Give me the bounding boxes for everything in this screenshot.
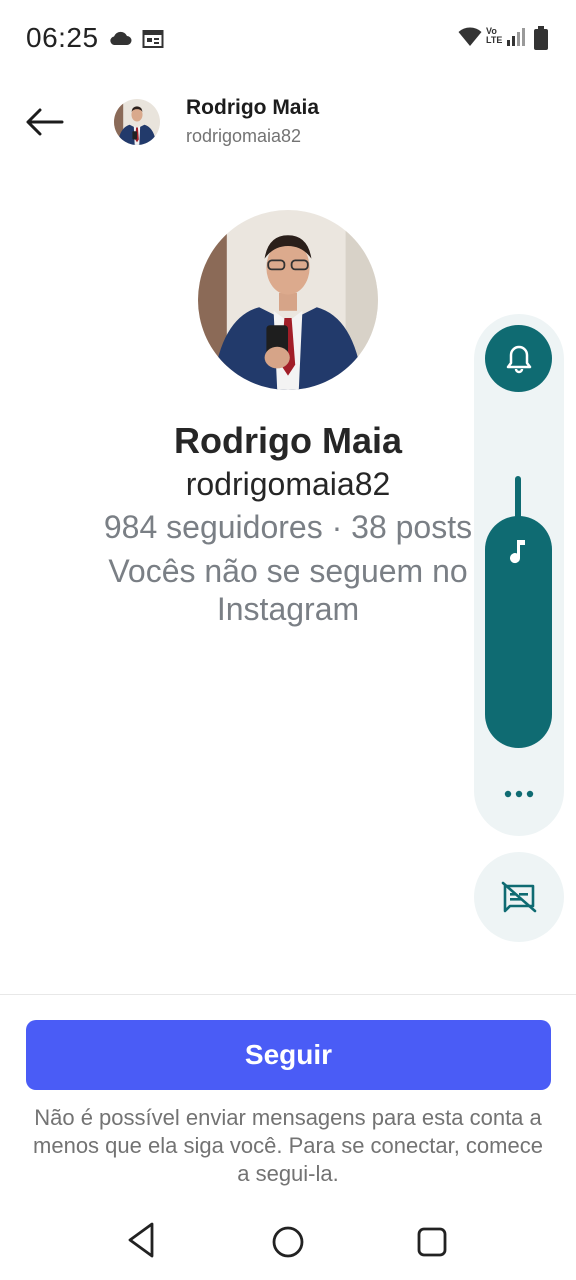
- cloud-icon: [110, 31, 132, 45]
- divider: [0, 994, 576, 995]
- status-time: 06:25: [26, 22, 99, 53]
- header-avatar[interactable]: [114, 99, 160, 145]
- battery-icon: [534, 26, 548, 50]
- calendar-icon: [142, 30, 164, 48]
- volume-settings-button[interactable]: [498, 782, 540, 806]
- bell-icon: [506, 345, 531, 373]
- back-button[interactable]: [20, 100, 68, 144]
- header-name: Rodrigo Maia: [186, 96, 320, 119]
- volte-icon: Vo LTE: [486, 27, 502, 45]
- ringer-toggle-button[interactable]: [485, 325, 552, 392]
- header-username: rodrigomaia82: [186, 126, 302, 146]
- messaging-notice: Não é possível enviar mensagens para est…: [33, 1105, 543, 1186]
- wifi-icon: [458, 27, 482, 46]
- music-note-icon: [510, 540, 525, 564]
- volte-label-bottom: LTE: [486, 35, 503, 45]
- more-dots-icon: [504, 790, 534, 798]
- avatar-photo: [114, 99, 160, 145]
- nav-recents-icon[interactable]: [416, 1226, 448, 1258]
- profile-avatar[interactable]: [198, 210, 378, 390]
- profile-photo: [198, 210, 378, 390]
- arrow-left-icon: [26, 108, 64, 136]
- nav-home-icon[interactable]: [270, 1224, 306, 1260]
- nav-back-icon[interactable]: [124, 1220, 158, 1260]
- live-caption-button[interactable]: [474, 852, 564, 942]
- follow-button[interactable]: Seguir: [26, 1020, 551, 1090]
- signal-icon: [507, 28, 525, 46]
- captions-off-icon: [501, 881, 537, 913]
- profile-note: Vocês não se seguem no Instagram: [108, 553, 468, 627]
- status-bar: 06:25 Vo LTE: [0, 0, 576, 80]
